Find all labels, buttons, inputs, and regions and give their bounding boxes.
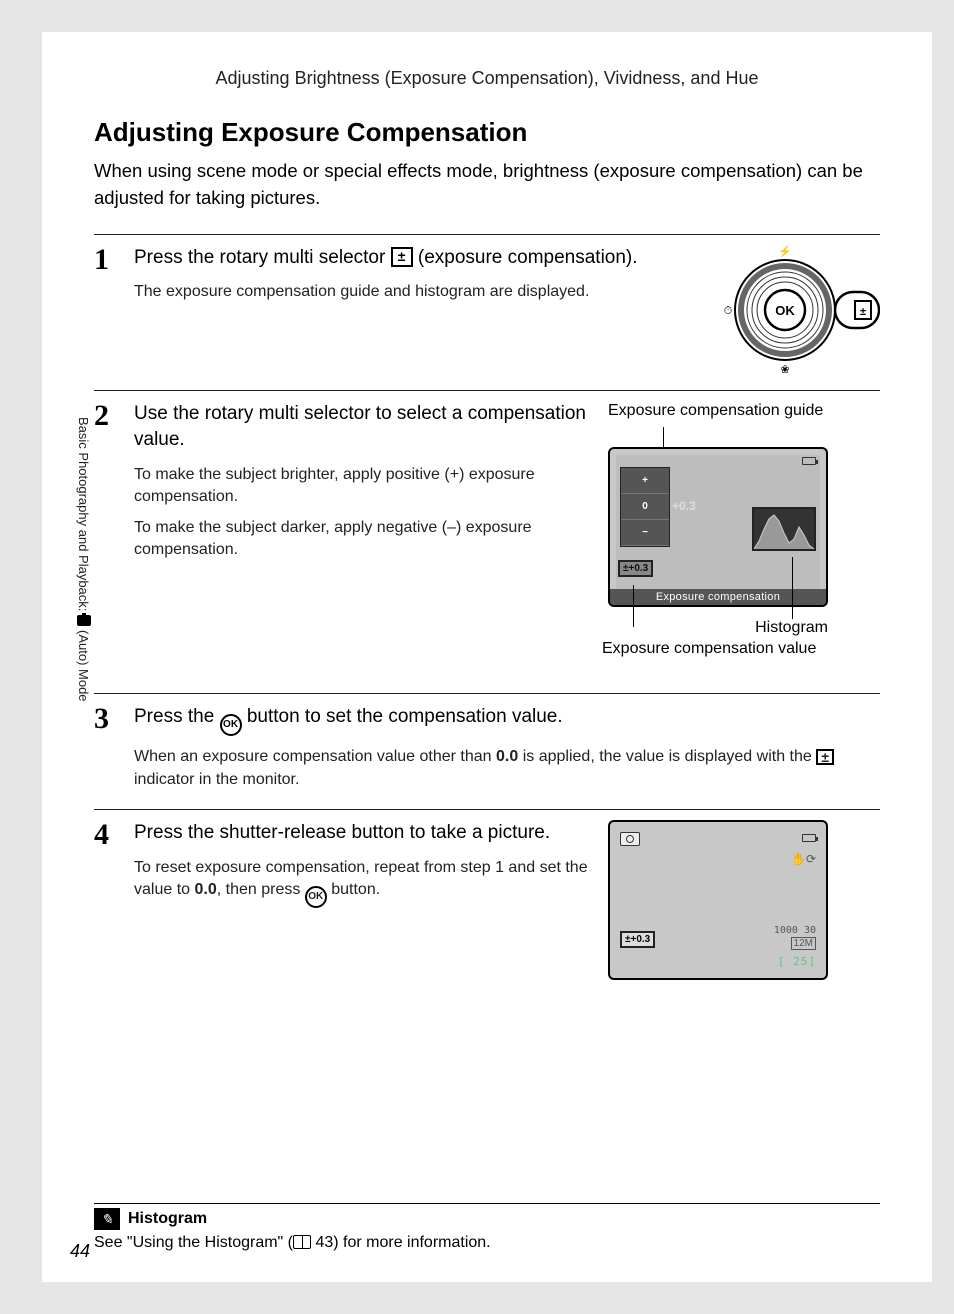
side-tab: [0, 330, 22, 760]
footnote-body: See "Using the Histogram" ( 43) for more…: [94, 1234, 880, 1252]
rotary-dial-figure: OK ⚡ ❀ ⏱ ±: [710, 245, 880, 380]
ev-minus: −: [621, 520, 669, 546]
step-1: 1 Press the rotary multi selector (expos…: [94, 245, 880, 380]
ok-button-icon: OK: [220, 714, 242, 736]
step-3-title: Press the OK button to set the compensat…: [134, 704, 880, 736]
step-2: 2 Use the rotary multi selector to selec…: [94, 401, 880, 684]
step-3-desc: When an exposure compensation value othe…: [134, 746, 880, 791]
exposure-compensation-icon: [391, 247, 413, 267]
step-4-title: Press the shutter-release button to take…: [134, 820, 594, 847]
ok-button-icon: OK: [305, 886, 327, 908]
svg-text:⏱: ⏱: [724, 305, 733, 317]
exposure-guide-figure: Exposure compensation guide + 0 − +0.3 ±…: [608, 401, 828, 684]
breadcrumb: Adjusting Brightness (Exposure Compensat…: [94, 68, 880, 89]
footnote-title: Histogram: [128, 1210, 207, 1228]
svg-text:±: ±: [860, 306, 866, 318]
step-4: 4 Press the shutter-release button to ta…: [94, 820, 880, 980]
separator: [94, 234, 880, 235]
page-number: 44: [70, 1241, 90, 1262]
remaining-count: [ 25]: [778, 955, 816, 968]
guide-label: Exposure compensation guide: [608, 401, 828, 422]
screen-caption: Exposure compensation: [610, 589, 826, 605]
step-number: 2: [94, 401, 120, 431]
page: Basic Photography and Playback: (Auto) M…: [42, 32, 932, 1282]
ecv-label: Exposure compensation value: [602, 639, 816, 659]
ev-plus: +: [621, 468, 669, 494]
ev-zero: 0: [621, 494, 669, 520]
step-1-title: Press the rotary multi selector (exposur…: [134, 245, 696, 272]
book-icon: [293, 1235, 311, 1249]
exposure-compensation-icon: [816, 749, 834, 765]
step-1-desc: The exposure compensation guide and hist…: [134, 281, 696, 303]
separator: [94, 809, 880, 810]
image-size-indicator: 12M: [791, 937, 816, 950]
ec-badge: ±+0.3: [620, 931, 655, 948]
step-4-desc: To reset exposure compensation, repeat f…: [134, 857, 594, 908]
step-3: 3 Press the OK button to set the compens…: [94, 704, 880, 799]
ec-badge: ±+0.3: [618, 560, 653, 577]
monitor-figure: ✋⟳ 1000 30 12M [ 25] ±+0.3: [608, 820, 828, 980]
svg-text:❀: ❀: [780, 364, 789, 375]
camera-monitor: ✋⟳ 1000 30 12M [ 25] ±+0.3: [608, 820, 828, 980]
callout-labels: Histogram Exposure compensation value: [608, 607, 828, 683]
battery-icon: [802, 457, 816, 465]
callout-line: [663, 427, 664, 447]
section-heading: Adjusting Exposure Compensation: [94, 117, 880, 148]
ev-current-value: +0.3: [672, 499, 696, 513]
histogram-label: Histogram: [755, 619, 828, 637]
ev-scale: + 0 −: [620, 467, 670, 547]
step-number: 1: [94, 245, 120, 275]
note-icon: ✎: [94, 1208, 120, 1230]
step-2-desc-2: To make the subject darker, apply negati…: [134, 517, 594, 562]
step-number: 3: [94, 704, 120, 734]
svg-text:⚡: ⚡: [778, 245, 792, 258]
footnote: ✎ Histogram See "Using the Histogram" ( …: [94, 1203, 880, 1252]
side-label-before: Basic Photography and Playback:: [76, 417, 91, 611]
intro-paragraph: When using scene mode or special effects…: [94, 158, 880, 212]
step-2-desc-1: To make the subject brighter, apply posi…: [134, 464, 594, 509]
camera-screen: + 0 − +0.3 ±+0.3 Exposure compensation: [608, 447, 828, 607]
side-label-after: (Auto) Mode: [76, 630, 91, 702]
battery-icon: [802, 834, 816, 842]
vr-icon: ✋⟳: [791, 852, 816, 866]
ok-label: OK: [775, 303, 795, 318]
separator: [94, 390, 880, 391]
camera-mode-icon: [620, 832, 640, 846]
camera-icon: [77, 615, 91, 626]
step-number: 4: [94, 820, 120, 850]
separator: [94, 693, 880, 694]
step-2-title: Use the rotary multi selector to select …: [134, 401, 594, 454]
chapter-side-label: Basic Photography and Playback: (Auto) M…: [76, 417, 91, 702]
histogram-icon: [752, 507, 816, 551]
shutter-info: 1000 30: [774, 925, 816, 936]
